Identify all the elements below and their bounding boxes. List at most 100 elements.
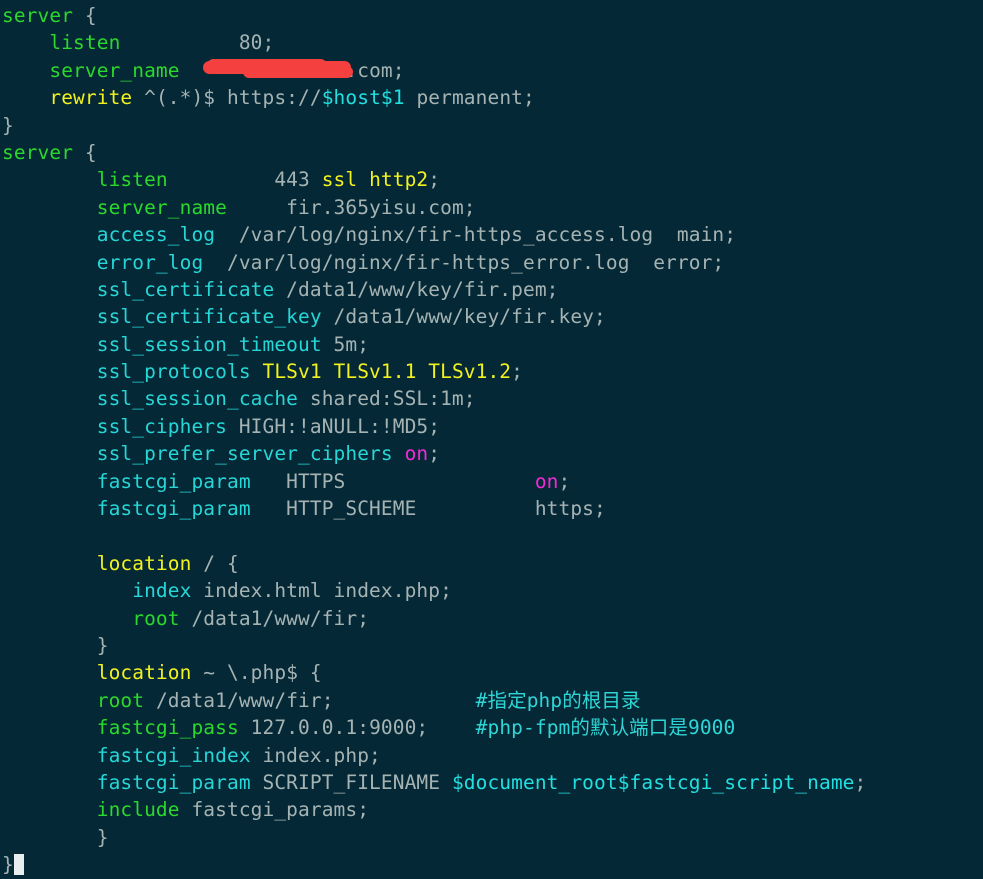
- nginx-variable: $document_root$fastcgi_script_name: [451, 770, 855, 794]
- directive-value: }: [2, 853, 14, 877]
- directive-keyword: error_log: [96, 250, 204, 274]
- directive-value: shared:SSL:1m;: [298, 387, 476, 411]
- config-line: root /data1/www/fir;: [0, 605, 983, 632]
- directive-keyword: listen: [96, 168, 168, 192]
- directive-keyword: server: [2, 140, 74, 164]
- directive-value: HIGH:!aNULL:!MD5;: [226, 414, 441, 438]
- directive-keyword: include: [96, 798, 180, 822]
- directive-value: {: [73, 140, 97, 164]
- config-line: }: [0, 632, 983, 659]
- config-line: location / {: [0, 550, 983, 577]
- directive-keyword: location: [96, 661, 192, 685]
- directive-value-tail: ;: [428, 442, 441, 466]
- config-line: }: [0, 851, 983, 878]
- directive-value-tail: ;: [558, 469, 571, 493]
- directive-value: 80;: [120, 31, 275, 55]
- config-line: ssl_ciphers HIGH:!aNULL:!MD5;: [0, 413, 983, 440]
- directive-value: [251, 360, 263, 383]
- directive-value: /data1/www/key/fir.pem;: [274, 277, 559, 301]
- text-cursor: [13, 854, 24, 876]
- directive-keyword: ssl_session_cache: [96, 387, 299, 411]
- directive-keyword: ssl_certificate: [96, 277, 275, 301]
- config-line: fastcgi_param SCRIPT_FILENAME $document_…: [0, 769, 983, 796]
- directive-value: fastcgi_params;: [179, 798, 370, 822]
- terminal-window[interactable]: server { listen 80; server_name f y.com;…: [0, 0, 983, 878]
- config-line: ssl_certificate /data1/www/key/fir.pem;: [0, 276, 983, 303]
- config-line: root /data1/www/fir; #指定php的根目录: [0, 687, 983, 714]
- config-line: fastcgi_param HTTPS on;: [0, 468, 983, 495]
- redacted-domain: f y: [203, 57, 354, 84]
- directive-value: 443: [167, 168, 322, 192]
- directive-value: fir.365yisu.com;: [226, 195, 476, 219]
- directive-value: {: [73, 4, 97, 27]
- directive-value: index.php;: [250, 743, 381, 767]
- directive-value: / {: [191, 551, 239, 575]
- directive-value-tail: permanent;: [404, 86, 535, 110]
- directive-keyword: server_name: [96, 195, 227, 219]
- comment-gap: [334, 689, 476, 712]
- directive-value: 127.0.0.1:9000;: [238, 716, 429, 740]
- config-line: fastcgi_pass 127.0.0.1:9000; #php-fpm的默认…: [0, 714, 983, 741]
- config-line: ssl_certificate_key /data1/www/key/fir.k…: [0, 303, 983, 330]
- config-line: listen 80;: [0, 29, 983, 56]
- inline-comment: #指定php的根目录: [475, 688, 641, 712]
- config-line: server {: [0, 2, 983, 29]
- directive-value-tail: ;: [428, 168, 441, 192]
- config-line: [0, 522, 983, 549]
- value-keyword: TLSv1 TLSv1.1 TLSv1.2: [262, 360, 512, 384]
- directive-value: }: [2, 113, 14, 137]
- directive-keyword: ssl_protocols: [96, 360, 251, 384]
- config-line: error_log /var/log/nginx/fir-https_error…: [0, 249, 983, 276]
- config-line: include fastcgi_params;: [0, 796, 983, 823]
- directive-value: }: [96, 825, 109, 849]
- directive-value: /data1/www/key/fir.key;: [321, 305, 606, 329]
- directive-keyword: rewrite: [49, 86, 133, 110]
- directive-value-tail: .com;: [345, 58, 405, 82]
- value-keyword: ssl http2: [321, 168, 429, 192]
- directive-keyword: fastcgi_param: [96, 770, 251, 794]
- directive-keyword: ssl_session_timeout: [96, 332, 322, 356]
- directive-keyword: server_name: [49, 58, 180, 82]
- config-line: server_name fir.365yisu.com;: [0, 194, 983, 221]
- directive-value: /var/log/nginx/fir-https_access.log main…: [215, 223, 737, 247]
- directive-value: HTTPS: [250, 469, 535, 493]
- nginx-variable: $host$1: [321, 86, 405, 110]
- directive-value: 5m;: [321, 332, 370, 356]
- directive-value: [393, 442, 405, 465]
- directive-value-tail: ;: [854, 770, 867, 794]
- directive-keyword: fastcgi_param: [96, 469, 251, 493]
- directive-keyword: location: [96, 551, 192, 575]
- directive-keyword: fastcgi_index: [96, 743, 251, 767]
- directive-value-tail: ;: [511, 360, 523, 384]
- directive-keyword: root: [132, 606, 180, 630]
- directive-keyword: listen: [49, 31, 121, 55]
- directive-value: index.html index.php;: [191, 579, 452, 603]
- directive-value: [180, 59, 204, 82]
- config-line: location ~ \.php$ {: [0, 659, 983, 686]
- directive-keyword: ssl_ciphers: [96, 414, 227, 438]
- config-line: fastcgi_param HTTP_SCHEME https;: [0, 495, 983, 522]
- value-keyword: on: [534, 469, 559, 493]
- config-line: fastcgi_index index.php;: [0, 742, 983, 769]
- config-line: ssl_protocols TLSv1 TLSv1.1 TLSv1.2;: [0, 358, 983, 385]
- config-line: ssl_session_cache shared:SSL:1m;: [0, 385, 983, 412]
